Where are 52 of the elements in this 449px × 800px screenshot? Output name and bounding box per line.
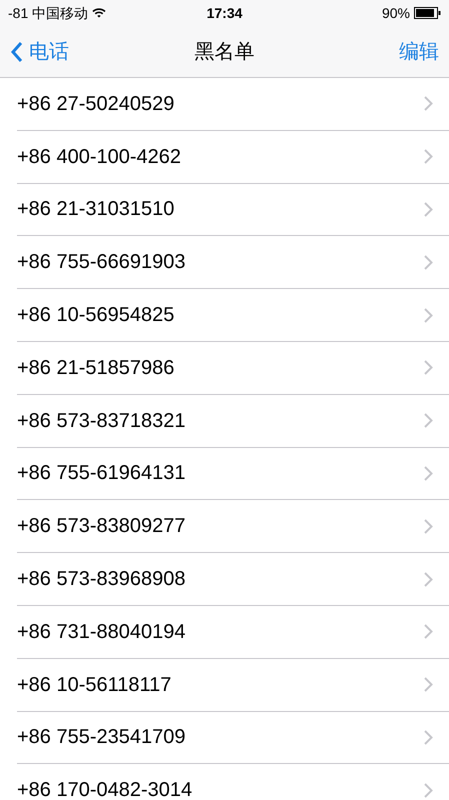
chevron-right-icon — [424, 360, 433, 376]
chevron-right-icon — [424, 782, 433, 798]
blocked-number-row[interactable]: +86 27-50240529 — [17, 78, 449, 131]
phone-number: +86 10-56954825 — [17, 303, 176, 328]
battery-icon — [414, 7, 441, 19]
chevron-right-icon — [424, 624, 433, 640]
phone-number: +86 400-100-4262 — [17, 144, 182, 170]
chevron-right-icon — [424, 466, 433, 481]
blocked-number-row[interactable]: +86 755-23541709 — [17, 712, 449, 764]
chevron-right-icon — [424, 202, 433, 217]
blocked-number-row[interactable]: +86 573-83718321 — [17, 394, 449, 448]
blocked-number-row[interactable]: +86 755-66691903 — [17, 236, 449, 290]
signal-strength: -81 — [8, 4, 28, 22]
chevron-right-icon — [424, 413, 433, 428]
phone-number: +86 21-51857986 — [17, 356, 176, 381]
clock-time: 17:34 — [206, 4, 242, 22]
phone-number: +86 755-66691903 — [17, 250, 186, 276]
phone-number: +86 573-83968908 — [17, 567, 186, 592]
phone-number: +86 755-23541709 — [17, 725, 186, 750]
blocked-number-row[interactable]: +86 10-56954825 — [17, 289, 449, 342]
screen-title: 黑名单 — [194, 40, 254, 64]
blocked-number-row[interactable]: +86 400-100-4262 — [17, 130, 449, 184]
phone-number: +86 10-56118117 — [17, 672, 172, 698]
blocked-number-row[interactable]: +86 170-0482-3014 — [17, 764, 449, 800]
phone-number: +86 21-31031510 — [17, 197, 176, 222]
phone-number: +86 170-0482-3014 — [17, 778, 194, 800]
wifi-icon — [92, 8, 106, 18]
blocked-number-row[interactable]: +86 10-56118117 — [17, 658, 449, 712]
chevron-right-icon — [424, 572, 433, 587]
phone-number: +86 573-83718321 — [17, 408, 186, 434]
chevron-right-icon — [424, 96, 433, 112]
chevron-right-icon — [424, 149, 433, 164]
blocked-number-row[interactable]: +86 573-83809277 — [17, 500, 449, 554]
carrier-name: 中国移动 — [32, 4, 88, 22]
phone-number: +86 573-83809277 — [17, 514, 186, 540]
chevron-right-icon — [424, 730, 433, 745]
battery-percentage: 90% — [382, 4, 410, 22]
chevron-right-icon — [424, 677, 433, 692]
edit-button[interactable]: 编辑 — [399, 36, 439, 66]
chevron-right-icon — [424, 518, 433, 534]
phone-number: +86 731-88040194 — [17, 620, 186, 645]
phone-number: +86 755-61964131 — [17, 461, 186, 486]
chevron-right-icon — [424, 254, 433, 270]
chevron-right-icon — [424, 308, 433, 323]
blocked-number-row[interactable]: +86 573-83968908 — [17, 553, 449, 606]
chevron-left-icon — [10, 40, 23, 62]
blocked-number-row[interactable]: +86 21-51857986 — [17, 342, 449, 395]
phone-number: +86 27-50240529 — [17, 92, 176, 117]
blocked-number-row[interactable]: +86 731-88040194 — [17, 606, 449, 659]
blocked-number-row[interactable]: +86 755-61964131 — [17, 448, 449, 500]
back-button[interactable]: 电话 — [10, 36, 69, 66]
blocked-number-row[interactable]: +86 21-31031510 — [17, 184, 449, 236]
